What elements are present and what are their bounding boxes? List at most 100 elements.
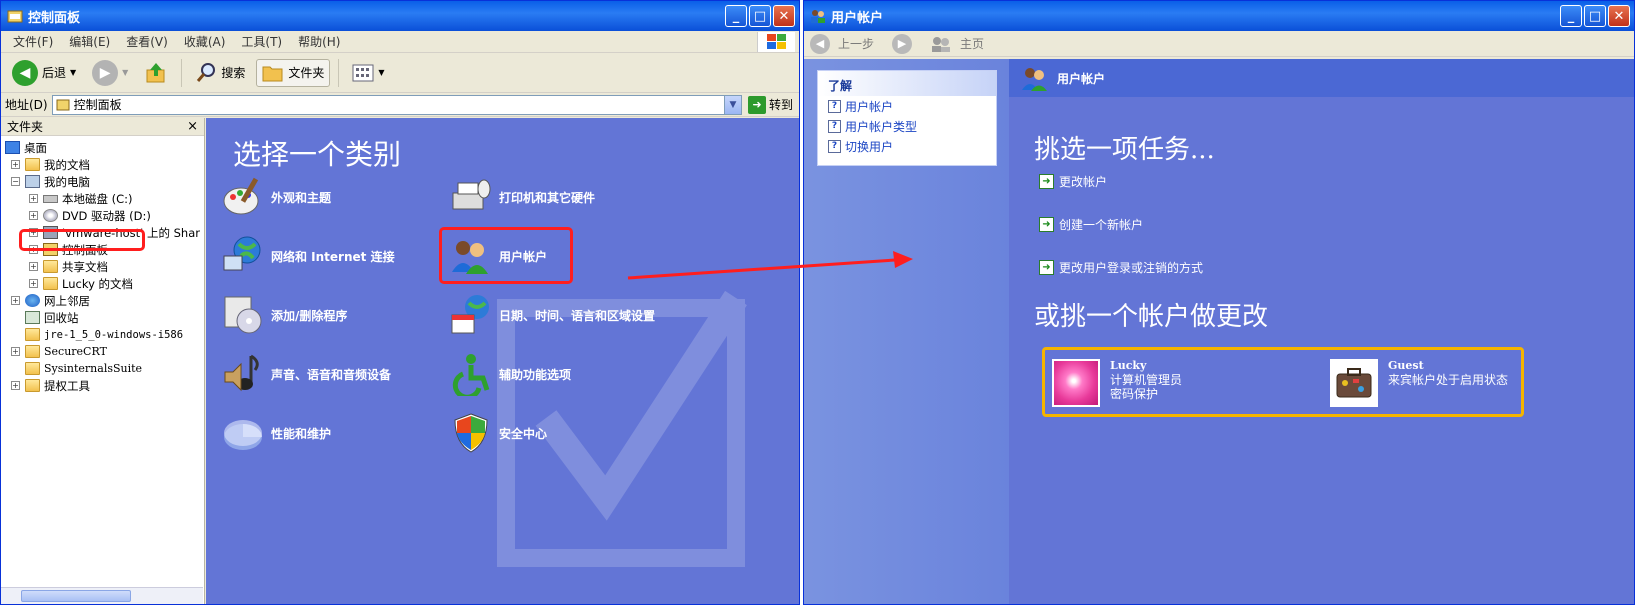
collapse-icon[interactable]: − [11,177,20,186]
category-security-center[interactable]: 安全中心 [449,411,547,455]
tree-item-sysinternals[interactable]: SysinternalsSuite [1,360,204,377]
tree-item-local-disk[interactable]: + 本地磁盘 (C:) [1,190,204,207]
tree-item-jre-folder[interactable]: jre-1_5_0-windows-i586 [1,326,204,343]
category-date-time-language[interactable]: 日期、时间、语言和区域设置 [449,293,655,337]
category-performance[interactable]: 性能和维护 [221,411,331,455]
close-pane-icon[interactable]: × [187,119,198,134]
tree-item-label: 提权工具 [44,378,90,393]
task-change-logon[interactable]: ➜ 更改用户登录或注销的方式 [1039,259,1203,276]
task-create-account[interactable]: ➜ 创建一个新帐户 [1039,216,1143,233]
expand-icon[interactable]: + [29,279,38,288]
network-icon [25,294,40,307]
learn-link-switch-users[interactable]: ? 切换用户 [818,136,996,156]
folder-tree-pane: 文件夹 × 桌面 + 我的文档 − 我的电脑 + 本地磁盘 (C:) + DVD… [1,118,205,604]
add-remove-programs-icon [221,293,265,337]
menu-help[interactable]: 帮助(H) [290,33,348,50]
close-button[interactable]: ✕ [1608,5,1630,27]
back-arrow-icon[interactable]: ◀ [810,33,830,54]
user-accounts-icon [811,10,825,23]
title-bar[interactable]: 用户帐户 _ □ ✕ [804,1,1634,31]
up-folder-icon [146,62,165,82]
highlight-user-accounts [439,227,573,284]
tree-item-shared-documents[interactable]: + 共享文档 [1,258,204,275]
forward-arrow-icon[interactable]: ▶ [892,33,913,54]
windows-logo-icon [757,32,795,52]
flower-avatar [1052,359,1100,407]
expand-icon[interactable]: + [11,381,20,390]
learn-link-label: 切换用户 [845,139,894,154]
minimize-button[interactable]: _ [725,5,747,27]
navigation-bar: ◀ 上一步 ▶ 主页 [804,31,1634,57]
task-arrow-icon: ➜ [1039,260,1054,275]
views-button[interactable]: ▼ [347,61,389,85]
account-guest[interactable]: Guest 来宾帐户处于启用状态 [1330,359,1508,407]
task-arrow-icon: ➜ [1039,174,1054,189]
tree-item-my-documents[interactable]: + 我的文档 [1,156,204,173]
expand-icon[interactable]: + [11,296,20,305]
expand-icon[interactable]: + [29,211,38,220]
category-printers[interactable]: 打印机和其它硬件 [449,175,595,219]
learn-link-account-types[interactable]: ? 用户帐户类型 [818,116,996,136]
category-label: 日期、时间、语言和区域设置 [499,308,656,323]
maximize-button[interactable]: □ [749,5,771,27]
control-panel-icon [7,10,23,23]
account-lucky[interactable]: Lucky 计算机管理员 密码保护 [1052,359,1182,407]
chevron-down-icon: ▼ [70,68,77,77]
menu-edit[interactable]: 编辑(E) [61,33,118,50]
help-icon: ? [828,119,841,133]
category-add-remove-programs[interactable]: 添加/删除程序 [221,293,347,337]
forward-button[interactable]: ▶ ▼ [87,57,133,89]
account-status: 来宾帐户处于启用状态 [1388,373,1509,387]
expand-icon[interactable]: + [11,347,20,356]
search-button[interactable]: 搜索 [190,59,250,87]
category-sounds[interactable]: 声音、语音和音频设备 [221,352,391,396]
minimize-button[interactable]: _ [1560,5,1582,27]
category-network[interactable]: 网络和 Internet 连接 [221,234,395,278]
tree-item-my-computer[interactable]: − 我的电脑 [1,173,204,190]
tree-item-securecrt[interactable]: + SecureCRT [1,343,204,360]
tree-item-recycle-bin[interactable]: 回收站 [1,309,204,326]
help-icon: ? [828,99,841,113]
up-folder-button[interactable] [139,58,173,88]
tree-item-dvd-drive[interactable]: + DVD 驱动器 (D:) [1,207,204,224]
expand-icon[interactable]: + [29,262,38,271]
expand-icon[interactable]: + [11,160,20,169]
menu-file[interactable]: 文件(F) [5,33,61,50]
tree-item-label: 我的电脑 [44,174,90,189]
security-shield-icon [449,411,493,455]
folder-tree-header: 文件夹 × [1,118,204,136]
task-change-account[interactable]: ➜ 更改帐户 [1039,173,1107,190]
menu-favorites[interactable]: 收藏(A) [176,33,234,50]
expand-icon[interactable]: + [29,194,38,203]
tree-item-label: 桌面 [24,140,47,155]
go-button[interactable]: ➜ 转到 [746,95,795,114]
maximize-button[interactable]: □ [1584,5,1606,27]
category-appearance[interactable]: 外观和主题 [221,175,331,219]
title-bar[interactable]: 控制面板 _ □ ✕ [1,1,799,31]
user-accounts-window: 用户帐户 _ □ ✕ ◀ 上一步 ▶ 主页 了解 ? 用户帐户 ? 用户帐户类型… [803,0,1635,605]
folder-icon [25,362,40,375]
tree-item-lucky-documents[interactable]: + Lucky 的文档 [1,275,204,292]
chevron-down-icon: ▼ [378,68,385,77]
close-button[interactable]: ✕ [773,5,795,27]
home-label[interactable]: 主页 [960,35,984,52]
back-label[interactable]: 上一步 [838,35,874,52]
tree-item-privilege-tools[interactable]: + 提权工具 [1,377,204,394]
category-accessibility[interactable]: 辅助功能选项 [449,352,571,396]
help-icon: ? [828,139,841,153]
learn-link-user-accounts[interactable]: ? 用户帐户 [818,96,996,116]
scrollbar-thumb[interactable] [21,590,131,602]
folder-icon [25,379,40,392]
learn-about-header: 了解 [818,71,996,96]
toolbar-separator [338,58,340,87]
tree-item-label: SecureCRT [44,345,107,358]
tree-item-network-places[interactable]: + 网上邻居 [1,292,204,309]
horizontal-scrollbar[interactable] [1,587,203,604]
folders-button[interactable]: 文件夹 [256,58,331,87]
menu-tools[interactable]: 工具(T) [233,33,290,50]
tree-item-desktop[interactable]: 桌面 [1,139,204,156]
address-dropdown-icon[interactable]: ▼ [723,95,741,114]
back-button[interactable]: ◀ 后退 ▼ [7,57,81,89]
menu-view[interactable]: 查看(V) [118,33,176,50]
address-field[interactable]: 控制面板 ▼ [51,94,742,115]
